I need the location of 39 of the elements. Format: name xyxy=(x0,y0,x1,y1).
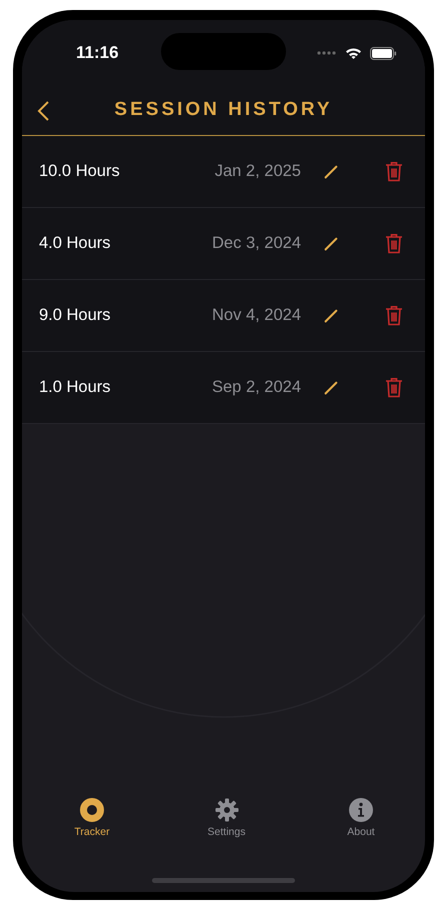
session-date: Nov 4, 2024 xyxy=(212,305,301,326)
gear-icon xyxy=(214,798,238,822)
tab-button[interactable]: Settings xyxy=(202,798,250,868)
session-row[interactable]: 10.0 Hours Jan 2, 2025 xyxy=(22,136,425,208)
session-date: Dec 3, 2024 xyxy=(212,233,301,254)
wifi-icon xyxy=(345,47,362,59)
pencil-icon xyxy=(323,164,339,180)
edit-button[interactable] xyxy=(323,236,339,252)
edit-button[interactable] xyxy=(323,164,339,180)
delete-button[interactable] xyxy=(385,305,403,326)
tab-button[interactable]: About xyxy=(337,798,385,868)
delete-button[interactable] xyxy=(385,161,403,182)
screen-title: SESSION HISTORY xyxy=(114,98,333,122)
session-hours: 1.0 Hours xyxy=(39,377,111,398)
session-hours: 10.0 Hours xyxy=(39,161,120,182)
trash-icon xyxy=(385,233,403,254)
pencil-icon xyxy=(323,380,339,396)
battery-icon xyxy=(370,46,397,60)
status-time: 11:16 xyxy=(76,42,119,64)
delete-button[interactable] xyxy=(385,233,403,254)
session-hours: 9.0 Hours xyxy=(39,305,111,326)
pencil-icon xyxy=(323,308,339,324)
session-hours: 4.0 Hours xyxy=(39,233,111,254)
session-row[interactable]: 1.0 Hours Sep 2, 2024 xyxy=(22,352,425,424)
trash-icon xyxy=(385,161,403,182)
session-row[interactable]: 9.0 Hours Nov 4, 2024 xyxy=(22,280,425,352)
session-date: Jan 2, 2025 xyxy=(214,161,301,182)
edit-button[interactable] xyxy=(323,380,339,396)
delete-button[interactable] xyxy=(385,377,403,398)
tab-button[interactable]: Tracker xyxy=(68,798,116,868)
pencil-icon xyxy=(323,236,339,252)
ring-icon xyxy=(80,798,104,822)
edit-button[interactable] xyxy=(323,308,339,324)
session-row[interactable]: 4.0 Hours Dec 3, 2024 xyxy=(22,208,425,280)
info-icon xyxy=(349,798,373,822)
trash-icon xyxy=(385,305,403,326)
trash-icon xyxy=(385,377,403,398)
signal-icon xyxy=(317,51,337,55)
session-date: Sep 2, 2024 xyxy=(212,377,301,398)
